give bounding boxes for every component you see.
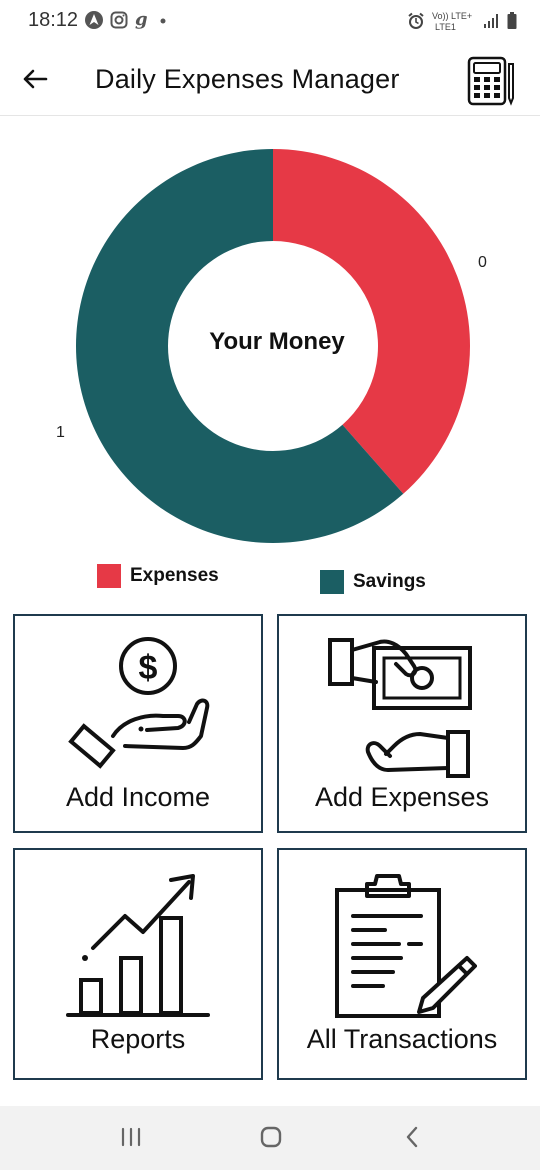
reports-button[interactable]: Reports: [13, 848, 263, 1080]
reports-label: Reports: [90, 1024, 186, 1054]
page-title: Daily Expenses Manager: [95, 64, 400, 94]
hand-money-icon: [328, 638, 472, 778]
slice-label-expenses: 0: [478, 254, 487, 271]
hand-coin-icon: $: [68, 637, 210, 769]
legend-label-expenses: Expenses: [130, 565, 219, 586]
svg-text:LTE1: LTE1: [435, 22, 456, 32]
arrow-left-icon[interactable]: [20, 64, 50, 94]
add-expenses-button[interactable]: Add Expenses: [277, 614, 527, 833]
add-income-label: Add Income: [65, 782, 211, 812]
status-icons-right: Vo)) LTE+ LTE1: [407, 10, 518, 32]
status-bar: 18:12 g Vo)) LTE+ LTE1: [0, 0, 540, 44]
alarm-icon: [408, 12, 424, 29]
money-chart: Your Money 0 1 Expenses Savings: [0, 118, 540, 608]
back-icon[interactable]: [400, 1124, 426, 1150]
legend-item-savings: Savings: [320, 570, 426, 594]
navigation-icon: [85, 11, 103, 29]
home-icon[interactable]: [258, 1124, 284, 1150]
add-expenses-label: Add Expenses: [314, 782, 490, 812]
svg-text:g: g: [135, 10, 148, 30]
battery-icon: [507, 12, 517, 29]
slice-expenses: [273, 149, 470, 494]
dot-icon: [160, 18, 166, 24]
add-income-button[interactable]: $ Add Income: [13, 614, 263, 833]
volte-icon: Vo)) LTE+ LTE1: [432, 11, 472, 32]
clipboard-list-icon: [335, 874, 477, 1018]
status-icons-left: g: [84, 10, 170, 30]
legend-swatch-savings: [320, 570, 344, 594]
all-transactions-button[interactable]: All Transactions: [277, 848, 527, 1080]
instagram-icon: [110, 11, 128, 29]
g-icon: g: [135, 10, 148, 30]
all-transactions-label: All Transactions: [306, 1024, 498, 1054]
system-nav-bar: [0, 1106, 540, 1170]
chart-center-text: Your Money: [209, 328, 345, 355]
svg-text:Vo)) LTE+: Vo)) LTE+: [432, 11, 472, 21]
app-bar: Daily Expenses Manager: [0, 44, 540, 116]
svg-text:$: $: [139, 649, 158, 687]
growth-chart-icon: [66, 874, 210, 1017]
legend-label-savings: Savings: [353, 571, 426, 592]
legend-swatch-expenses: [97, 564, 121, 588]
donut-chart: [75, 148, 470, 543]
calculator-icon[interactable]: [466, 56, 516, 106]
status-time: 18:12: [28, 9, 79, 31]
recent-apps-icon[interactable]: [118, 1124, 144, 1150]
legend-item-expenses: Expenses: [97, 564, 219, 588]
slice-label-savings: 1: [56, 424, 65, 441]
signal-icon: [484, 14, 498, 28]
